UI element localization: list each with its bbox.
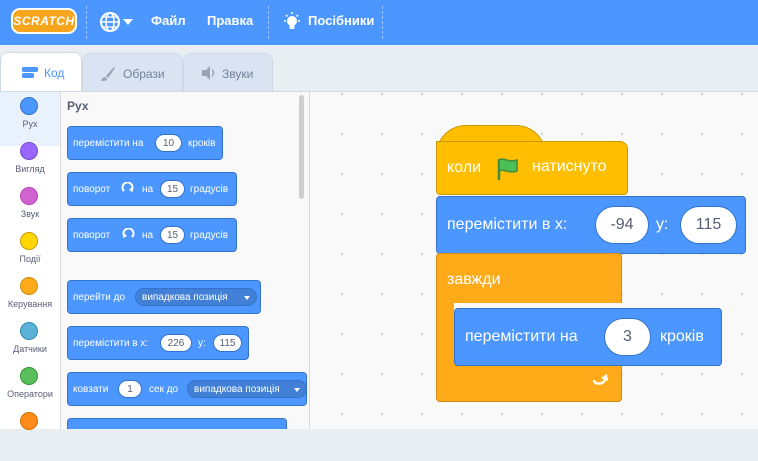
block-text: на <box>142 230 154 241</box>
category-label: Рух <box>22 119 38 129</box>
block-number-input[interactable]: 115 <box>680 206 737 244</box>
block-number-input[interactable]: 115 <box>213 334 242 352</box>
block-text: перемістити в х: <box>447 216 568 233</box>
palette-block-partial[interactable] <box>67 418 287 429</box>
block-text: перемістити в х: <box>73 338 149 349</box>
palette-block-turn-left[interactable]: поворот на 15 градусів <box>67 218 237 252</box>
script-block-forever[interactable]: завжди <box>436 253 622 303</box>
category-variables[interactable] <box>0 407 60 461</box>
block-dropdown[interactable]: випадкова позиція <box>135 288 257 306</box>
menu-separator <box>382 6 383 39</box>
tab-sounds-label: Звуки <box>222 67 254 81</box>
block-text: завжди <box>447 271 501 288</box>
tab-costumes[interactable]: Образи <box>82 53 183 91</box>
category-menu: Рух Вигляд Звук Події Керування Датчики … <box>0 92 61 430</box>
globe-icon[interactable] <box>99 11 121 33</box>
block-text: сек до <box>149 384 179 395</box>
speaker-icon <box>202 66 215 80</box>
category-dot <box>20 277 38 295</box>
block-number-input[interactable]: 15 <box>160 226 185 244</box>
block-text: перейти до <box>73 292 126 303</box>
menu-tutorials[interactable]: Посібники <box>308 13 374 28</box>
category-label: Звук <box>20 209 40 219</box>
block-number-input[interactable]: -94 <box>595 206 649 244</box>
block-palette: Рух перемістити на 10 кроків поворот на … <box>61 92 310 429</box>
category-dot <box>20 97 38 115</box>
block-number-input[interactable]: 3 <box>604 318 651 356</box>
lightbulb-icon[interactable] <box>283 11 301 33</box>
category-label: Датчики <box>13 344 47 354</box>
repeat-arrow-icon <box>592 374 608 385</box>
scratch-logo[interactable]: SCRATCH <box>11 8 77 34</box>
category-label: Події <box>19 254 41 264</box>
block-number-input[interactable]: 10 <box>155 134 182 152</box>
block-dropdown[interactable]: випадкова позиція <box>187 380 307 398</box>
palette-block-move[interactable]: перемістити на 10 кроків <box>67 126 223 160</box>
tab-costumes-label: Образи <box>123 67 165 81</box>
category-dot <box>20 187 38 205</box>
block-text: на <box>142 184 154 195</box>
rotate-right-icon <box>121 182 134 192</box>
palette-scrollbar[interactable] <box>299 95 304 199</box>
block-text: перемістити на <box>465 328 578 345</box>
block-text: перемістити на <box>73 138 144 149</box>
block-number-input[interactable]: 15 <box>160 180 185 198</box>
block-text: у: <box>198 338 206 349</box>
block-text: градусів <box>190 230 229 241</box>
tab-code[interactable]: Код <box>0 52 82 92</box>
script-area[interactable]: коли натиснуто перемістити в х: -94 у: 1… <box>310 92 758 429</box>
chevron-down-icon[interactable] <box>123 19 133 26</box>
rotate-left-icon <box>122 228 135 238</box>
block-text: поворот <box>73 230 111 241</box>
palette-block-glide[interactable]: ковзати 1 сек до випадкова позиція <box>67 372 307 406</box>
script-block-move[interactable]: перемістити на 3 кроків <box>454 308 722 366</box>
block-text: натиснуто <box>532 158 607 175</box>
menu-file[interactable]: Файл <box>151 13 186 28</box>
block-text: ковзати <box>73 384 109 395</box>
block-text: коли <box>447 159 481 176</box>
forever-block-arm <box>436 302 454 362</box>
green-flag-icon <box>497 158 518 180</box>
category-dot <box>20 232 38 250</box>
palette-block-goto-xy[interactable]: перемістити в х: 226 у: 115 <box>67 326 249 360</box>
category-dot <box>20 367 38 385</box>
menu-separator <box>268 6 269 39</box>
category-label: Оператори <box>7 389 53 399</box>
category-dot <box>20 412 38 430</box>
block-text: кроків <box>188 138 216 149</box>
category-label: Керування <box>7 299 53 309</box>
script-block-goto-xy[interactable]: перемістити в х: -94 у: 115 <box>436 196 746 254</box>
palette-block-goto[interactable]: перейти до випадкова позиція <box>67 280 261 314</box>
code-blocks-icon <box>22 67 38 78</box>
category-label: Вигляд <box>15 164 45 174</box>
tab-code-label: Код <box>44 66 65 80</box>
block-text: у: <box>656 216 669 233</box>
menu-bar: SCRATCH Файл Правка Посібники <box>0 0 758 45</box>
block-text: градусів <box>190 184 229 195</box>
hat-block-join <box>437 144 545 158</box>
menu-separator <box>86 6 87 39</box>
palette-block-turn-right[interactable]: поворот на 15 градусів <box>67 172 237 206</box>
brush-icon <box>101 67 115 81</box>
block-text: кроків <box>660 328 704 345</box>
forever-block-bottom <box>436 362 622 402</box>
menu-edit[interactable]: Правка <box>207 13 253 28</box>
block-text: поворот <box>73 184 111 195</box>
editor-panel: Рух Вигляд Звук Події Керування Датчики … <box>0 91 758 430</box>
block-number-input[interactable]: 1 <box>118 380 142 398</box>
tab-sounds[interactable]: Звуки <box>183 53 273 91</box>
category-dot <box>20 142 38 160</box>
block-number-input[interactable]: 226 <box>160 334 192 352</box>
palette-section-title: Рух <box>67 99 89 113</box>
category-dot <box>20 322 38 340</box>
